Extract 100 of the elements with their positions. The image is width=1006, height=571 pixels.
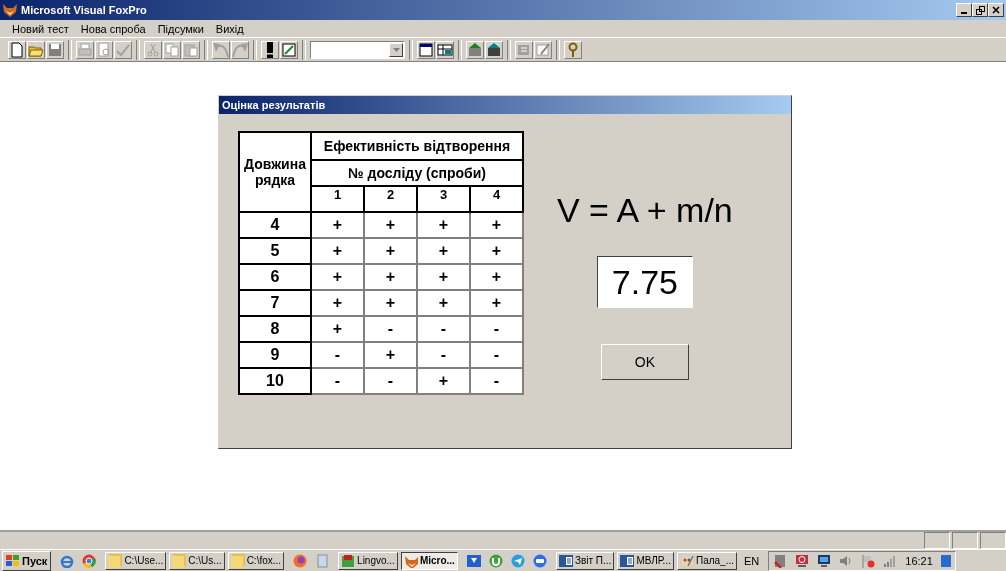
toolbar-button[interactable]: [417, 40, 435, 59]
start-button[interactable]: Пуск: [2, 550, 52, 571]
redo-icon: [232, 41, 248, 58]
taskbar-button[interactable]: Micro...: [400, 551, 458, 570]
column-header: № досліду (спроби): [311, 160, 523, 186]
status-panel: [980, 532, 1006, 549]
modify-form-icon: [281, 41, 297, 58]
table-cell: +: [311, 290, 364, 316]
table-cell: +: [417, 290, 470, 316]
table-cell: +: [470, 264, 523, 290]
column-header: 1: [311, 186, 364, 212]
table-cell: -: [470, 316, 523, 342]
word-document-icon: [558, 553, 573, 568]
table-cell: +: [364, 290, 417, 316]
taskbar-button[interactable]: МВЛР...: [617, 551, 674, 570]
flag-icon[interactable]: [861, 553, 876, 568]
language-indicator[interactable]: EN: [740, 554, 764, 567]
form-window-icon: [418, 41, 434, 58]
folder-icon: [172, 553, 187, 568]
table-cell: +: [311, 316, 364, 342]
taskbar-button[interactable]: Звіт П...: [555, 551, 615, 570]
telegram-icon[interactable]: [510, 553, 525, 568]
row-header: 10: [239, 368, 311, 394]
table-cell: +: [470, 238, 523, 264]
menu-item[interactable]: Вихід: [209, 22, 250, 35]
restore-button[interactable]: [972, 3, 988, 17]
formula-text: V = A + m/n: [557, 191, 733, 230]
menu-item[interactable]: Новий тест: [6, 22, 75, 35]
folder-icon: [230, 553, 245, 568]
taskbar-button[interactable]: C:\fox...: [227, 551, 285, 570]
close-icon: [992, 6, 1000, 14]
network-monitor-icon[interactable]: [817, 553, 832, 568]
table-cell: +: [311, 212, 364, 238]
scissors-icon: [145, 41, 161, 58]
firefox-icon[interactable]: [293, 553, 308, 568]
builder-icon: [535, 41, 551, 58]
desktop-icon[interactable]: [940, 553, 951, 568]
word-document-icon: [620, 553, 635, 568]
menu-item[interactable]: Нова спроба: [74, 22, 152, 35]
paste-icon: [183, 41, 199, 58]
printer-icon: [77, 41, 93, 58]
status-panel: [924, 532, 950, 549]
restore-icon: [975, 5, 985, 15]
row-header: 9: [239, 342, 311, 368]
undo-icon: [213, 41, 229, 58]
copy-icon: [164, 41, 180, 58]
menu-item[interactable]: Підсумки: [151, 22, 210, 35]
table-cell: -: [311, 342, 364, 368]
signal-icon[interactable]: [883, 553, 898, 568]
status-panel: [952, 532, 978, 549]
table-cell: +: [364, 212, 417, 238]
taskbar-button[interactable]: C:\Us...: [169, 551, 225, 570]
database-icon: [486, 41, 502, 58]
fox-icon: [403, 553, 418, 568]
table-cell: -: [364, 316, 417, 342]
toolbar-combo-box[interactable]: [310, 40, 405, 59]
toolbar-button[interactable]: [261, 40, 279, 59]
new-file-icon: [9, 41, 25, 58]
save-icon: [47, 41, 63, 58]
column-header: 2: [364, 186, 417, 212]
minimize-button[interactable]: [956, 3, 972, 17]
row-header: 7: [239, 290, 311, 316]
row-header: 8: [239, 316, 311, 342]
video-call-icon[interactable]: [532, 553, 547, 568]
download-icon[interactable]: [466, 553, 481, 568]
clock[interactable]: 16:21: [905, 554, 933, 567]
print-preview-icon: [96, 41, 112, 58]
blocked-monitor-icon[interactable]: [795, 553, 810, 568]
browser-e-icon[interactable]: [60, 553, 75, 568]
table-cell: -: [364, 368, 417, 394]
column-header: Довжина рядка: [239, 132, 311, 212]
table-cell: +: [470, 290, 523, 316]
taskbar-button[interactable]: C:\Use...: [105, 551, 167, 570]
column-header: Ефективність відтворення: [311, 132, 523, 160]
table-cell: +: [417, 368, 470, 394]
taskbar-button[interactable]: Lingvo...: [338, 551, 398, 570]
torrent-icon[interactable]: [488, 553, 503, 568]
table-cell: +: [417, 264, 470, 290]
table-cell: -: [470, 342, 523, 368]
table-cell: +: [364, 342, 417, 368]
table-cell: +: [364, 238, 417, 264]
column-header: 3: [417, 186, 470, 212]
table-cell: +: [417, 212, 470, 238]
paint-palette-icon: [679, 553, 694, 568]
table-cell: +: [470, 212, 523, 238]
table-cell: +: [311, 238, 364, 264]
toolbar-button[interactable]: [436, 40, 454, 59]
table-cell: -: [470, 368, 523, 394]
folder-icon: [108, 553, 123, 568]
chrome-icon[interactable]: [82, 553, 97, 568]
taskbar-button[interactable]: Пала_...: [676, 551, 737, 570]
column-header: 4: [470, 186, 523, 212]
speaker-icon[interactable]: [839, 553, 854, 568]
ok-button[interactable]: OK: [600, 344, 689, 380]
window-title: Microsoft Visual FoxPro: [21, 4, 148, 16]
toolbar-button[interactable]: [485, 40, 503, 59]
close-button[interactable]: [988, 3, 1004, 17]
row-header: 5: [239, 238, 311, 264]
table-cell: +: [311, 264, 364, 290]
fox-icon: [2, 2, 18, 18]
